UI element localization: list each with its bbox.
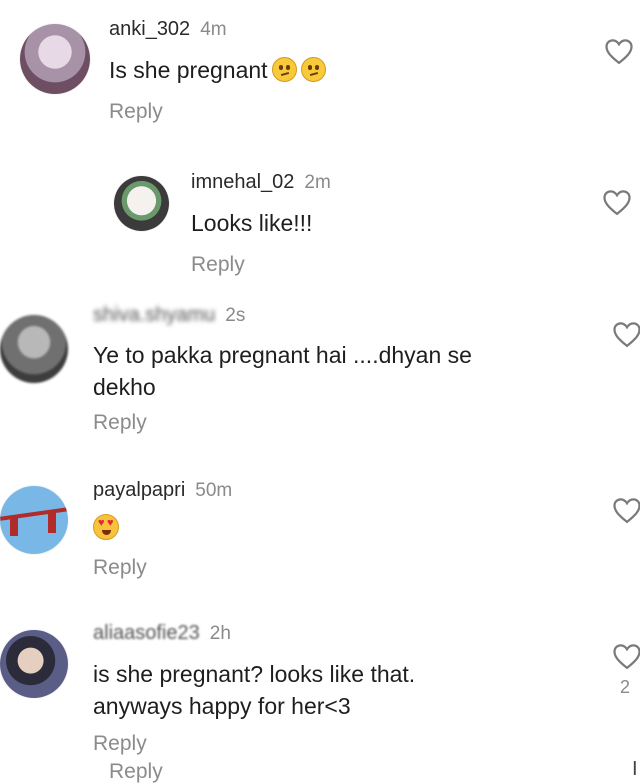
reply-button[interactable]: Reply [109, 100, 163, 124]
avatar[interactable] [114, 176, 169, 231]
comment-payal: payalpapri 50m Reply [0, 470, 640, 595]
timestamp: 2s [225, 305, 246, 326]
heart-icon[interactable] [602, 188, 632, 216]
avatar[interactable] [20, 24, 90, 94]
like-count: 2 [620, 677, 631, 697]
avatar-figure [10, 516, 18, 536]
heart-icon[interactable] [612, 642, 640, 670]
username[interactable]: imnehal_02 [191, 171, 294, 193]
username[interactable]: anki_302 [109, 18, 190, 40]
timestamp: 50m [195, 480, 233, 501]
comment-text [93, 512, 119, 544]
comment-body: Is she pregnant [109, 57, 268, 83]
edge-glyph: I [632, 758, 638, 780]
heart-icon[interactable] [612, 496, 640, 524]
comment-text: is she pregnant? looks like that. anyway… [93, 658, 415, 722]
thinking-face-icon [300, 57, 326, 82]
timestamp: 4m [200, 19, 227, 40]
comment-aliaa: aliaasofie23 2h is she pregnant? looks li… [0, 612, 640, 755]
avatar[interactable] [0, 486, 68, 554]
comment-anki: anki_302 4m Is she pregnant Reply [0, 0, 640, 135]
reply-button[interactable]: Reply [93, 411, 147, 435]
comment-line: dekho [93, 374, 156, 400]
thinking-face-icon [271, 57, 297, 82]
comment-text: Is she pregnant [109, 54, 326, 86]
comment-header: aliaasofie23 2h [93, 622, 231, 645]
avatar-figure [48, 513, 56, 533]
timestamp: 2m [304, 172, 331, 193]
heart-icon[interactable] [604, 37, 634, 65]
reply-button[interactable]: Reply [93, 556, 147, 580]
heart-eyes-face-icon [93, 514, 119, 540]
username[interactable]: shiva.shyamu [93, 304, 215, 326]
comment-header: shiva.shyamu 2s [93, 304, 245, 327]
avatar[interactable] [0, 630, 68, 698]
comment-line: anyways happy for her<3 [93, 693, 351, 719]
username[interactable]: payalpapri [93, 479, 185, 501]
comment-header: imnehal_02 2m [191, 171, 331, 194]
reply-button[interactable]: Reply [109, 760, 163, 784]
comment-line: Ye to pakka pregnant hai ....dhyan se [93, 342, 472, 368]
comment-shiva: shiva.shyamu 2s Ye to pakka pregnant hai … [0, 295, 640, 455]
username[interactable]: aliaasofie23 [93, 622, 200, 644]
avatar[interactable] [0, 315, 68, 383]
comment-header: payalpapri 50m [93, 479, 232, 502]
comment-imnehal: imnehal_02 2m Looks like!!! Reply [0, 160, 640, 290]
comment-text: Ye to pakka pregnant hai ....dhyan se de… [93, 339, 472, 403]
reply-button[interactable]: Reply [191, 253, 245, 277]
heart-icon[interactable] [612, 320, 640, 348]
comment-body: Looks like!!! [191, 210, 313, 236]
reply-button[interactable]: Reply [93, 732, 147, 756]
timestamp: 2h [209, 623, 231, 644]
comment-line: is she pregnant? looks like that. [93, 661, 416, 687]
comment-header: anki_302 4m [109, 18, 227, 41]
